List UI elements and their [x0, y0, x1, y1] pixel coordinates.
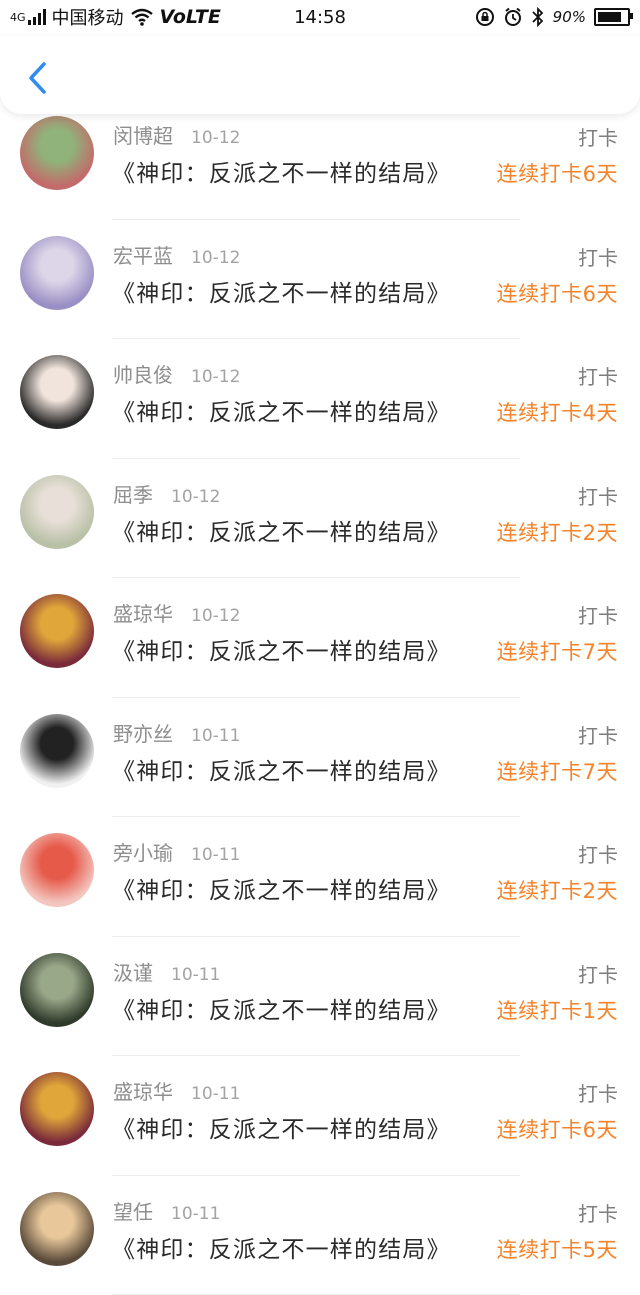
user-name-text: 旁小瑜 [113, 841, 173, 865]
book-title[interactable]: 《神印：反派之不一样的结局》 [112, 991, 451, 1025]
streak-label: 连续打卡1天 [497, 995, 618, 1025]
list-item[interactable]: 汲谨 10-11 打卡 《神印：反派之不一样的结局》 连续打卡1天 [0, 937, 640, 1057]
avatar[interactable] [20, 236, 94, 310]
checkin-date: 10-12 [191, 248, 240, 268]
streak-label: 连续打卡2天 [497, 517, 618, 547]
user-name: 盛琼华 10-12 [113, 598, 240, 627]
checkin-date: 10-12 [191, 128, 240, 148]
user-name-text: 屈季 [113, 483, 153, 507]
checkin-date: 10-12 [191, 367, 240, 387]
streak-label: 连续打卡6天 [497, 1114, 618, 1144]
list-item[interactable]: 盛琼华 10-11 打卡 《神印：反派之不一样的结局》 连续打卡6天 [0, 1056, 640, 1176]
user-name: 屈季 10-12 [113, 479, 220, 508]
alarm-icon [503, 7, 523, 27]
book-title[interactable]: 《神印：反派之不一样的结局》 [112, 752, 451, 786]
signal-icon [28, 9, 46, 25]
list-item[interactable]: 盛琼华 10-12 打卡 《神印：反派之不一样的结局》 连续打卡7天 [0, 578, 640, 698]
user-name-text: 宏平蓝 [113, 244, 173, 268]
user-name: 野亦丝 10-11 [113, 718, 240, 747]
checkin-label: 打卡 [578, 720, 618, 749]
wifi-icon [130, 8, 154, 26]
volte-label: VoLTE [160, 6, 221, 28]
checkin-label: 打卡 [578, 1078, 618, 1107]
checkin-label: 打卡 [578, 1198, 618, 1227]
streak-label: 连续打卡6天 [497, 278, 618, 308]
nav-header [0, 36, 640, 114]
user-name-text: 野亦丝 [113, 722, 173, 746]
battery-level [598, 12, 621, 22]
avatar[interactable] [20, 714, 94, 788]
avatar[interactable] [20, 475, 94, 549]
streak-label: 连续打卡2天 [497, 875, 618, 905]
user-name: 宏平蓝 10-12 [113, 240, 240, 269]
list-item[interactable]: 旁小瑜 10-11 打卡 《神印：反派之不一样的结局》 连续打卡2天 [0, 817, 640, 937]
user-name: 旁小瑜 10-11 [113, 837, 240, 866]
streak-label: 连续打卡4天 [497, 397, 618, 427]
checkin-label: 打卡 [578, 361, 618, 390]
checkin-list: 闵博超 10-12 打卡 《神印：反派之不一样的结局》 连续打卡6天 宏平蓝 10-… [0, 100, 640, 1295]
streak-label: 连续打卡7天 [497, 756, 618, 786]
user-name: 闵博超 10-12 [113, 120, 240, 149]
user-name-text: 闵博超 [113, 124, 173, 148]
checkin-label: 打卡 [578, 600, 618, 629]
avatar[interactable] [20, 1072, 94, 1146]
checkin-date: 10-12 [191, 606, 240, 626]
book-title[interactable]: 《神印：反派之不一样的结局》 [112, 1110, 451, 1144]
book-title[interactable]: 《神印：反派之不一样的结局》 [112, 871, 451, 905]
list-item[interactable]: 野亦丝 10-11 打卡 《神印：反派之不一样的结局》 连续打卡7天 [0, 698, 640, 818]
list-item[interactable]: 望任 10-11 打卡 《神印：反派之不一样的结局》 连续打卡5天 [0, 1176, 640, 1295]
list-item[interactable]: 屈季 10-12 打卡 《神印：反派之不一样的结局》 连续打卡2天 [0, 459, 640, 579]
chevron-left-icon [26, 61, 48, 95]
user-name-text: 汲谨 [113, 961, 153, 985]
bluetooth-icon [531, 7, 545, 27]
user-name-text: 盛琼华 [113, 602, 173, 626]
book-title[interactable]: 《神印：反派之不一样的结局》 [112, 393, 451, 427]
book-title[interactable]: 《神印：反派之不一样的结局》 [112, 513, 451, 547]
list-item[interactable]: 帅良俊 10-12 打卡 《神印：反派之不一样的结局》 连续打卡4天 [0, 339, 640, 459]
checkin-label: 打卡 [578, 242, 618, 271]
user-name: 汲谨 10-11 [113, 957, 220, 986]
avatar[interactable] [20, 1192, 94, 1266]
battery-icon [594, 8, 630, 26]
network-type: 4G [10, 11, 26, 24]
checkin-date: 10-12 [171, 487, 220, 507]
list-item[interactable]: 宏平蓝 10-12 打卡 《神印：反派之不一样的结局》 连续打卡6天 [0, 220, 640, 340]
streak-label: 连续打卡7天 [497, 636, 618, 666]
user-name: 望任 10-11 [113, 1196, 220, 1225]
list-item[interactable]: 闵博超 10-12 打卡 《神印：反派之不一样的结局》 连续打卡6天 [0, 100, 640, 220]
checkin-label: 打卡 [578, 481, 618, 510]
user-name-text: 望任 [113, 1200, 153, 1224]
checkin-date: 10-11 [171, 1204, 220, 1224]
back-button[interactable] [20, 58, 54, 98]
checkin-date: 10-11 [191, 726, 240, 746]
status-right: 90% [475, 7, 630, 27]
status-bar: 4G 中国移动 VoLTE 14:58 90% [0, 0, 640, 34]
carrier-name: 中国移动 [52, 4, 124, 30]
book-title[interactable]: 《神印：反派之不一样的结局》 [112, 632, 451, 666]
checkin-label: 打卡 [578, 839, 618, 868]
avatar[interactable] [20, 116, 94, 190]
user-name-text: 帅良俊 [113, 363, 173, 387]
checkin-label: 打卡 [578, 122, 618, 151]
avatar[interactable] [20, 355, 94, 429]
streak-label: 连续打卡5天 [497, 1234, 618, 1264]
status-time: 14:58 [294, 7, 346, 28]
avatar[interactable] [20, 594, 94, 668]
rotation-lock-icon [475, 7, 495, 27]
status-left: 4G 中国移动 VoLTE [10, 4, 221, 30]
battery-percent: 90% [553, 8, 586, 26]
user-name-text: 盛琼华 [113, 1080, 173, 1104]
book-title[interactable]: 《神印：反派之不一样的结局》 [112, 274, 451, 308]
checkin-date: 10-11 [191, 1084, 240, 1104]
user-name: 帅良俊 10-12 [113, 359, 240, 388]
checkin-label: 打卡 [578, 959, 618, 988]
book-title[interactable]: 《神印：反派之不一样的结局》 [112, 1230, 451, 1264]
user-name: 盛琼华 10-11 [113, 1076, 240, 1105]
checkin-date: 10-11 [171, 965, 220, 985]
checkin-date: 10-11 [191, 845, 240, 865]
book-title[interactable]: 《神印：反派之不一样的结局》 [112, 154, 451, 188]
avatar[interactable] [20, 833, 94, 907]
avatar[interactable] [20, 953, 94, 1027]
streak-label: 连续打卡6天 [497, 158, 618, 188]
